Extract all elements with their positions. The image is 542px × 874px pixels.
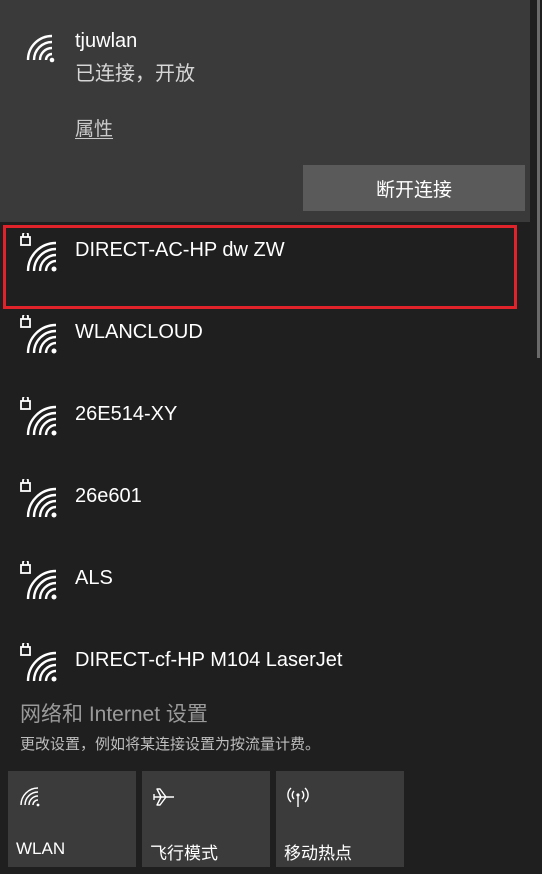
connected-network-card[interactable]: tjuwlan 已连接，开放 属性 断开连接 [0,0,530,222]
wifi-secured-icon [20,479,57,518]
network-name: ALS [75,567,113,589]
connected-ssid: tjuwlan [75,30,138,52]
quick-action-airplane[interactable]: 飞行模式 [142,771,270,867]
wifi-secured-icon [20,397,57,436]
network-name: 26e601 [75,485,142,507]
scrollbar[interactable] [534,0,542,690]
connection-status: 已连接，开放 [75,63,195,85]
network-settings-link[interactable]: 网络和 Internet 设置 [20,698,208,728]
quick-action-label: 飞行模式 [150,844,218,863]
wifi-flyout: tjuwlan 已连接，开放 属性 断开连接 DIRECT-AC-HP dw Z… [0,0,542,874]
network-name: DIRECT-cf-HP M104 LaserJet [75,649,343,671]
network-item[interactable]: 26E514-XY [0,389,530,471]
highlight-box [3,225,517,309]
scrollbar-thumb[interactable] [537,0,540,358]
quick-action-hotspot[interactable]: 移动热点 [276,771,404,867]
disconnect-button[interactable]: 断开连接 [303,165,525,211]
network-item[interactable]: WLANCLOUD [0,307,530,389]
network-item[interactable]: 26e601 [0,471,530,553]
network-name: 26E514-XY [75,403,178,425]
quick-action-label: WLAN [16,839,66,858]
wifi-secured-icon [20,561,57,600]
quick-action-wlan[interactable]: WLAN [8,771,136,867]
network-item[interactable]: ALS [0,553,530,635]
hotspot-icon [287,787,309,807]
wifi-secured-icon [20,643,57,682]
wifi-secured-icon [20,315,57,354]
network-name: WLANCLOUD [75,321,203,343]
wifi-icon [20,787,40,807]
airplane-icon [153,788,174,806]
wifi-icon [26,34,55,63]
quick-action-label: 移动热点 [284,844,352,863]
properties-link[interactable]: 属性 [75,114,113,141]
network-settings-description: 更改设置，例如将某连接设置为按流量计费。 [20,736,321,753]
